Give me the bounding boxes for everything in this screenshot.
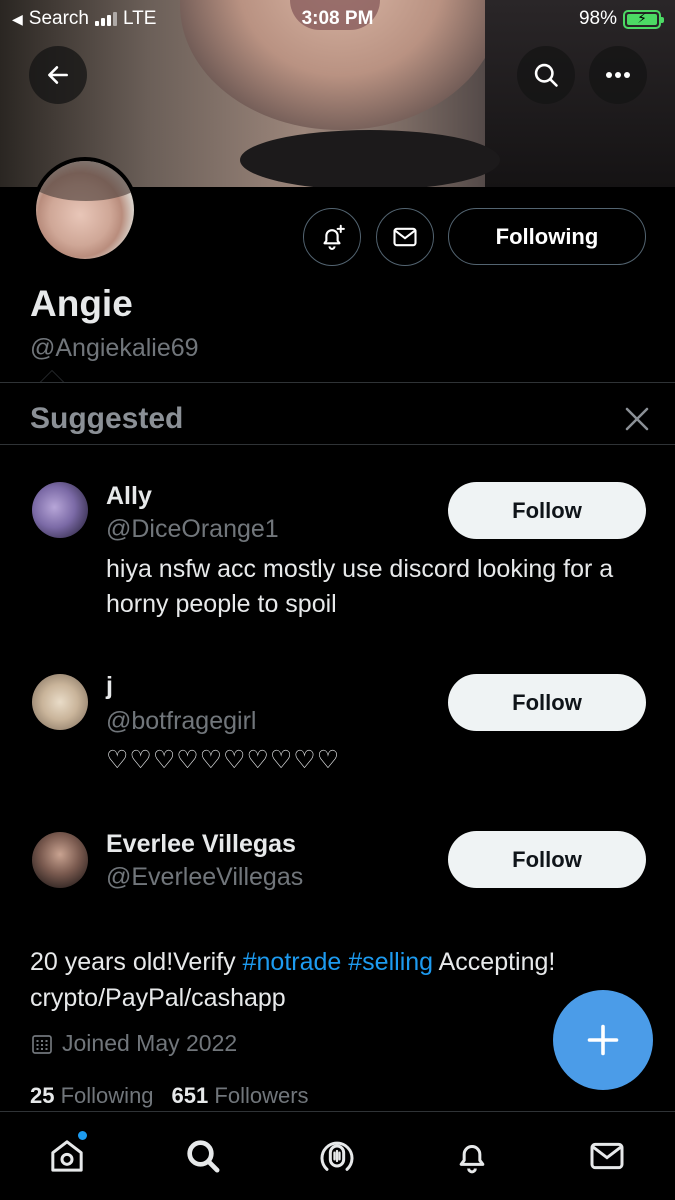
battery-percent: 98%	[578, 8, 617, 29]
profile-avatar[interactable]	[32, 157, 138, 263]
status-bar: ◀ Search LTE 3:08 PM 98% ⚡	[0, 0, 675, 40]
mail-icon	[393, 227, 417, 247]
tab-search[interactable]	[181, 1134, 225, 1178]
spaces-icon	[320, 1141, 354, 1171]
suggested-user-name[interactable]: Ally	[106, 482, 152, 511]
hashtag-link[interactable]: #selling	[348, 948, 433, 976]
more-button[interactable]	[589, 46, 647, 104]
following-button[interactable]: Following	[448, 208, 646, 265]
bell-plus-icon	[323, 224, 345, 250]
search-icon	[187, 1140, 220, 1173]
suggested-user-handle: @botfragegirl	[106, 707, 257, 735]
hashtag-link[interactable]: #notrade	[243, 948, 342, 976]
follow-button[interactable]: Follow	[448, 482, 646, 539]
suggested-title: Suggested	[30, 402, 184, 435]
followers-count: 651	[171, 1083, 209, 1108]
suggested-user-handle: @DiceOrange1	[106, 515, 279, 543]
status-time: 3:08 PM	[301, 8, 374, 29]
follow-button[interactable]: Follow	[448, 831, 646, 888]
tab-spaces[interactable]	[315, 1134, 359, 1178]
bio-text: 20 years old!Verify	[30, 948, 243, 976]
battery-icon: ⚡	[623, 9, 664, 29]
tab-home[interactable]	[45, 1131, 89, 1178]
notifications-icon	[459, 1145, 485, 1174]
tab-messages[interactable]	[585, 1134, 629, 1178]
compose-button[interactable]	[553, 990, 653, 1090]
more-icon	[606, 72, 630, 78]
profile-name: Angie	[30, 283, 133, 324]
following-label: Following	[60, 1083, 154, 1108]
suggested-user-handle: @EverleeVillegas	[106, 863, 304, 891]
followers-label: Followers	[214, 1083, 309, 1108]
tab-notifications[interactable]	[450, 1134, 494, 1178]
suggested-user-bio: hiya nsfw acc mostly use discord looking…	[106, 555, 614, 618]
search-button[interactable]	[517, 46, 575, 104]
search-icon	[534, 63, 558, 87]
close-icon[interactable]	[622, 404, 652, 434]
suggested-caret	[40, 370, 64, 382]
notify-button[interactable]	[303, 208, 361, 266]
follow-button[interactable]: Follow	[448, 674, 646, 731]
suggested-user-name[interactable]: Everlee Villegas	[106, 830, 296, 859]
joined-text: Joined May 2022	[62, 1030, 238, 1056]
following-count: 25	[30, 1083, 55, 1108]
suggested-user-name[interactable]: j	[106, 672, 113, 701]
plus-icon	[587, 1024, 619, 1056]
suggested-user-bio: ♡♡♡♡♡♡♡♡♡♡	[106, 746, 341, 774]
followers-stat[interactable]: 651 Followers	[172, 1083, 309, 1109]
back-button[interactable]	[29, 46, 87, 104]
profile-bio: 20 years old!Verify #notrade #selling Ac…	[30, 944, 630, 1016]
follow-stats: 25 Following 651 Followers	[30, 1083, 309, 1109]
notification-dot	[78, 1131, 87, 1140]
calendar-icon	[32, 1034, 52, 1054]
divider	[0, 444, 675, 445]
mail-icon	[590, 1142, 624, 1170]
bottom-tab-bar	[0, 1111, 675, 1200]
home-icon	[51, 1140, 83, 1172]
following-stat[interactable]: 25 Following	[30, 1083, 154, 1109]
suggested-avatar[interactable]	[32, 832, 88, 888]
joined-date: Joined May 2022	[30, 1030, 237, 1057]
divider	[0, 382, 675, 383]
suggested-avatar[interactable]	[32, 674, 88, 730]
back-arrow-icon	[48, 66, 68, 84]
message-button[interactable]	[376, 208, 434, 266]
profile-handle: @Angiekalie69	[30, 334, 199, 362]
suggested-avatar[interactable]	[32, 482, 88, 538]
